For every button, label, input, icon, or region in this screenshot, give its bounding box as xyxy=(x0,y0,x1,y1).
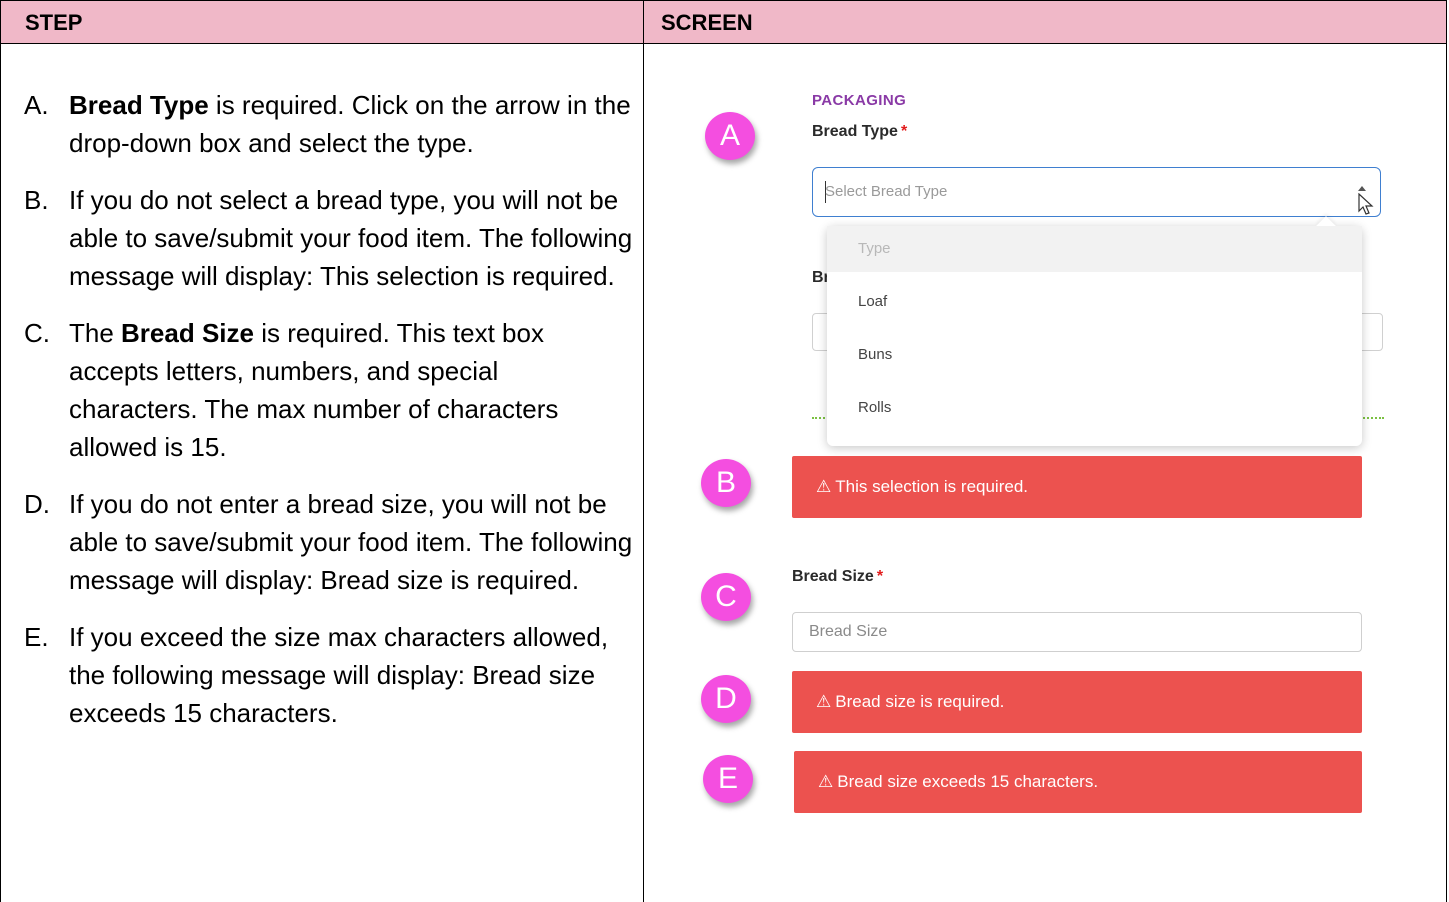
step-letter: A. xyxy=(24,90,49,120)
instruction-table: STEP SCREEN A. Bread Type is required. C… xyxy=(0,0,1447,902)
step-letter: C. xyxy=(24,318,50,348)
bread-size-placeholder: Bread Size xyxy=(809,623,888,640)
step-d: D. If you do not enter a bread size, you… xyxy=(24,485,634,599)
step-letter: B. xyxy=(24,185,49,215)
section-title: PACKAGING xyxy=(812,92,907,109)
table-header: STEP SCREEN xyxy=(0,0,1447,44)
table-border-right xyxy=(1446,0,1447,902)
dropdown-option-loaf[interactable]: Loaf xyxy=(827,279,1362,325)
alert-text: Bread size is required. xyxy=(835,692,1005,711)
step-text: If you do not select a bread type, you w… xyxy=(69,185,633,291)
bread-type-label-text: Bread Type xyxy=(812,123,898,140)
step-text: If you do not enter a bread size, you wi… xyxy=(69,489,633,595)
alert-selection-required: ⚠ This selection is required. xyxy=(792,456,1362,518)
warning-icon: ⚠ xyxy=(816,477,832,496)
screen-column-header: SCREEN xyxy=(661,10,753,35)
callout-badge-c: C xyxy=(701,573,751,621)
callout-badge-b: B xyxy=(701,459,751,507)
dropdown-option-placeholder: Type xyxy=(827,226,1362,272)
select-placeholder: Select Bread Type xyxy=(825,183,948,200)
required-asterisk: * xyxy=(900,123,908,140)
screen-mockup: PACKAGING Bread Type * Br Select Bread Ty… xyxy=(644,45,1446,902)
warning-icon: ⚠ xyxy=(816,692,832,711)
step-c: C. The Bread Size is required. This text… xyxy=(24,314,634,466)
mouse-cursor-icon xyxy=(1358,193,1374,215)
step-bold-term: Bread Size xyxy=(121,318,254,348)
step-column-header: STEP xyxy=(25,10,83,35)
warning-icon: ⚠ xyxy=(818,772,834,791)
step-letter: D. xyxy=(24,489,50,519)
bread-type-dropdown: Type Loaf Buns Rolls xyxy=(827,216,1362,446)
step-letter: E. xyxy=(24,622,49,652)
step-a: A. Bread Type is required. Click on the … xyxy=(24,86,634,162)
alert-text: This selection is required. xyxy=(835,477,1029,496)
step-text-pre: The xyxy=(69,318,122,348)
step-b: B. If you do not select a bread type, yo… xyxy=(24,181,634,295)
table-border-left xyxy=(0,0,1,902)
step-list: A. Bread Type is required. Click on the … xyxy=(24,86,634,751)
alert-text: Bread size exceeds 15 characters. xyxy=(837,772,1099,791)
bread-type-label: Bread Type * xyxy=(812,123,907,141)
callout-badge-d: D xyxy=(701,675,751,723)
step-e: E. If you exceed the size max characters… xyxy=(24,618,634,732)
bread-size-input[interactable]: Bread Size xyxy=(792,612,1362,652)
step-bold-term: Bread Type xyxy=(69,90,209,120)
dropdown-option-buns[interactable]: Buns xyxy=(827,332,1362,378)
alert-size-required: ⚠ Bread size is required. xyxy=(792,671,1362,733)
required-asterisk: * xyxy=(876,568,884,585)
dropdown-option-rolls[interactable]: Rolls xyxy=(827,385,1362,431)
alert-size-exceeds: ⚠ Bread size exceeds 15 characters. xyxy=(794,751,1362,813)
callout-badge-e: E xyxy=(703,755,753,803)
chevron-up-icon[interactable] xyxy=(1358,186,1366,191)
bread-size-label-text: Bread Size xyxy=(792,568,874,585)
bread-type-select[interactable]: Select Bread Type xyxy=(812,167,1381,217)
bread-size-label: Bread Size * xyxy=(792,568,883,586)
step-text: If you exceed the size max characters al… xyxy=(69,622,609,728)
callout-badge-a: A xyxy=(705,112,755,160)
